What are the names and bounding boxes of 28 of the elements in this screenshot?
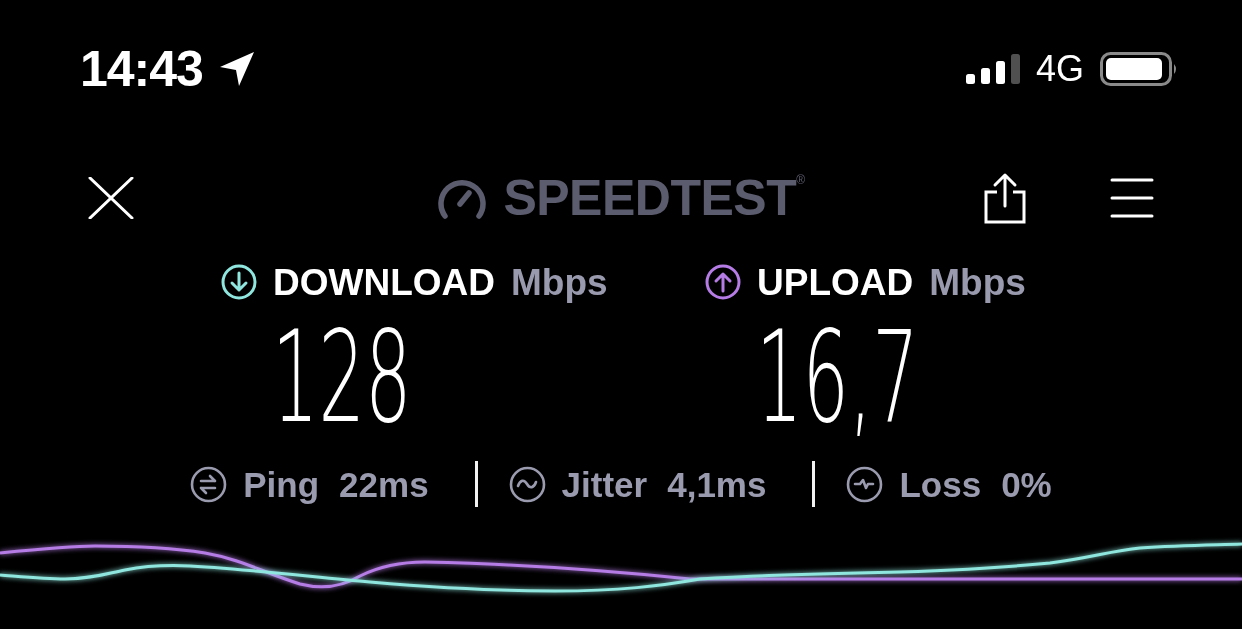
speed-unit: Mbps [929, 263, 1026, 301]
metric-label: Loss [899, 466, 982, 502]
speed-label: DOWNLOAD [273, 263, 495, 301]
menu-icon [1110, 178, 1154, 218]
metric-value: 0% [1001, 466, 1052, 502]
close-button[interactable] [88, 177, 134, 219]
share-button[interactable] [982, 172, 1028, 224]
app-logo-text: SPEEDTEST$^{®}$ [503, 173, 805, 223]
metric-value: 4,1ms [667, 466, 767, 502]
signal-bars-icon [965, 54, 1020, 84]
share-icon [982, 172, 1028, 224]
menu-button[interactable] [1110, 178, 1154, 218]
metric-label: Jitter [561, 466, 648, 502]
close-icon [88, 177, 134, 219]
speed-value: 16,7 [756, 315, 919, 441]
wave-icon [508, 465, 546, 503]
metric-label: Ping [243, 466, 320, 502]
battery-icon [1100, 52, 1178, 86]
speed-value: 128 [272, 315, 412, 441]
location-arrow-icon [218, 51, 255, 87]
network-type: 4G [1035, 51, 1084, 87]
speed-label: UPLOAD [757, 263, 914, 301]
speed-unit: Mbps [510, 263, 608, 301]
two-arrows-icon [190, 465, 228, 503]
metric-value: 22ms [339, 466, 429, 502]
pulse-icon [846, 465, 884, 503]
clock-time: 14:43 [80, 44, 203, 94]
gauge-icon [437, 177, 488, 219]
